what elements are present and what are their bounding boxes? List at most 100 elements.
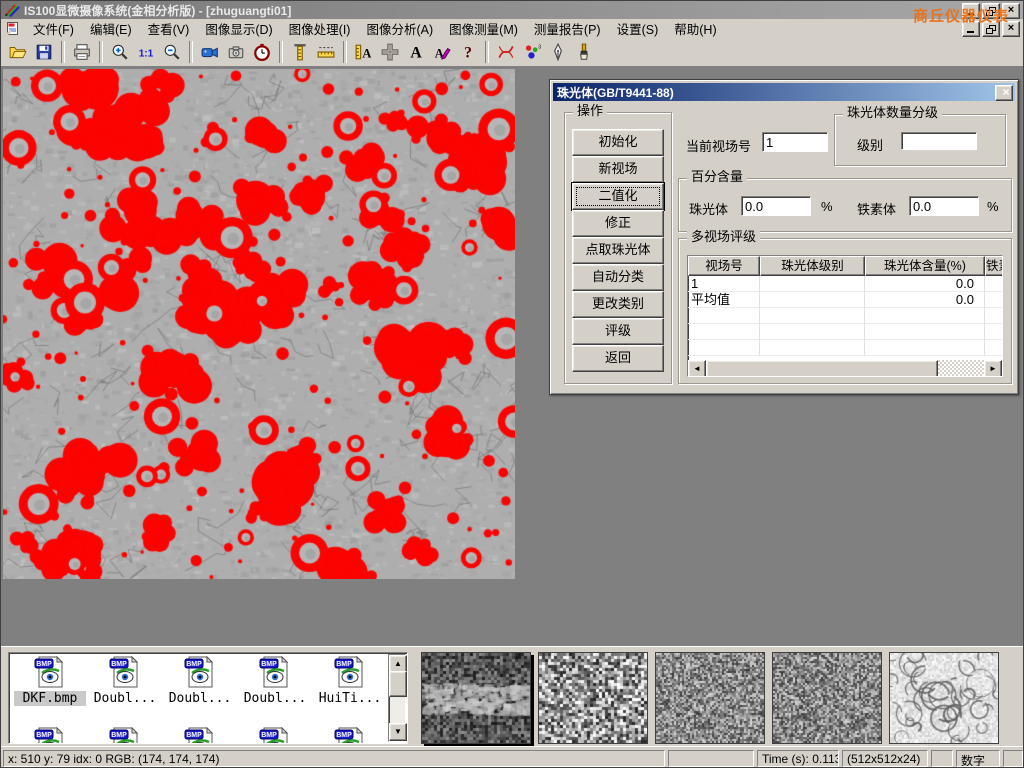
scrollbar-thumb[interactable]: [389, 671, 407, 697]
file-item-partial[interactable]: BMP: [14, 727, 86, 744]
dialog-close-button[interactable]: ×: [995, 85, 1013, 101]
toolbar-zoom-in-button[interactable]: [107, 40, 133, 64]
scrollbar-thumb[interactable]: [706, 360, 938, 377]
toolbar-ruler-button[interactable]: [313, 40, 339, 64]
toolbar-text-label-button[interactable]: A: [403, 40, 429, 64]
svg-text:BMP: BMP: [261, 661, 277, 668]
menu-view[interactable]: 查看(V): [140, 18, 198, 39]
toolbar-video-camera-button[interactable]: [197, 40, 223, 64]
correct-button[interactable]: 修正: [572, 210, 664, 237]
window-title: IS100显微摄像系统(金相分析版) - [zhuguangti01]: [24, 2, 291, 19]
file-item[interactable]: BMPDKF.bmp: [14, 656, 86, 706]
file-name[interactable]: Doubl...: [164, 691, 236, 706]
toolbar-annotate-button[interactable]: A: [429, 40, 455, 64]
status-empty-1: [668, 750, 754, 767]
toolbar-print-button[interactable]: [69, 40, 95, 64]
dialog-title: 珠光体(GB/T9441-88): [557, 84, 674, 101]
menu-image-processing[interactable]: 图像处理(I): [281, 18, 359, 39]
caliper-icon: [291, 43, 309, 61]
toolbar-timer-button[interactable]: [249, 40, 275, 64]
file-item[interactable]: BMP Doubl...: [239, 656, 311, 706]
table-row-empty[interactable]: [688, 324, 1002, 340]
table-row[interactable]: 1 0.0: [688, 276, 1002, 292]
thumbnail-3[interactable]: [655, 652, 765, 744]
scroll-left-button[interactable]: ◄: [688, 360, 706, 377]
toolbar-phase-classify-button[interactable]: 3: [519, 40, 545, 64]
toolbar-open-file-button[interactable]: [5, 40, 31, 64]
toolbar-brush-button[interactable]: [571, 40, 597, 64]
file-name[interactable]: DKF.bmp: [14, 691, 86, 706]
file-item[interactable]: BMPDoubl...: [164, 656, 236, 706]
file-item-partial[interactable]: BMP: [314, 727, 386, 744]
svg-text:BMP: BMP: [261, 732, 277, 739]
toolbar-pen-button[interactable]: [545, 40, 571, 64]
file-item[interactable]: BMPHuiTi...: [314, 656, 386, 706]
metallographic-image[interactable]: [3, 69, 515, 579]
file-name[interactable]: Doubl...: [89, 691, 161, 706]
pearlite-label: 珠光体: [689, 199, 728, 218]
file-item-partial[interactable]: BMP: [239, 727, 311, 744]
menu-edit[interactable]: 编辑(E): [82, 18, 140, 39]
svg-text:3: 3: [538, 45, 541, 51]
file-panel-scrollbar[interactable]: ▲ ▼: [388, 654, 406, 742]
toolbar-curve-tool-button[interactable]: [493, 40, 519, 64]
scroll-right-button[interactable]: ►: [984, 360, 1002, 377]
status-image-size: (512x512x24): [842, 750, 928, 767]
toolbar-caliper-button[interactable]: [287, 40, 313, 64]
header-pearlite[interactable]: 珠光体含量(%): [865, 256, 985, 276]
toolbar-help-button[interactable]: ?: [455, 40, 481, 64]
table-row-empty[interactable]: [688, 308, 1002, 324]
table-horizontal-scrollbar[interactable]: ◄ ►: [688, 360, 1002, 376]
menu-help[interactable]: 帮助(H): [666, 18, 724, 39]
toolbar-measure-text-button[interactable]: A: [351, 40, 377, 64]
brush-icon: [575, 43, 593, 61]
file-browser-panel: ▲ ▼ BMPDKF.bmpBMPBMPDoubl...BMPBMPDoubl.…: [8, 652, 408, 744]
toolbar-save-button[interactable]: [31, 40, 57, 64]
level-input[interactable]: [901, 132, 977, 150]
menu-image-display[interactable]: 图像显示(D): [197, 18, 280, 39]
menu-settings[interactable]: 设置(S): [609, 18, 667, 39]
thumbnail-4[interactable]: [772, 652, 882, 744]
scrollbar-track[interactable]: [938, 360, 984, 376]
menu-image-analysis[interactable]: 图像分析(A): [358, 18, 441, 39]
thumbnail-1[interactable]: [421, 652, 531, 744]
toolbar-separator: [279, 41, 283, 63]
pick-pearlite-button[interactable]: 点取珠光体: [572, 237, 664, 264]
toolbar-zoom-out-button[interactable]: [159, 40, 185, 64]
auto-classify-button[interactable]: 自动分类: [572, 264, 664, 291]
ferrite-percent-input[interactable]: [909, 196, 979, 216]
header-ferrite[interactable]: 铁素体含量(%): [985, 256, 1003, 276]
return-button[interactable]: 返回: [572, 345, 664, 372]
file-name[interactable]: HuiTi...: [314, 691, 386, 706]
rate-button[interactable]: 评级: [572, 318, 664, 345]
zoom-out-icon: [163, 43, 181, 61]
header-field[interactable]: 视场号: [688, 256, 760, 276]
initialize-button[interactable]: 初始化: [572, 129, 664, 156]
table-row[interactable]: 平均值 0.0: [688, 292, 1002, 308]
menu-image-measure[interactable]: 图像测量(M): [441, 18, 526, 39]
scroll-down-button[interactable]: ▼: [389, 723, 407, 741]
menu-measure-report[interactable]: 测量报告(P): [526, 18, 609, 39]
new-field-button[interactable]: 新视场: [572, 156, 664, 183]
grading-group-label: 珠光体数量分级: [843, 106, 942, 120]
change-class-button[interactable]: 更改类别: [572, 291, 664, 318]
table-row-empty[interactable]: [688, 340, 1002, 356]
toolbar-photo-camera-button[interactable]: [223, 40, 249, 64]
file-item-partial[interactable]: BMP: [89, 727, 161, 744]
current-field-input[interactable]: [762, 132, 828, 152]
dialog-title-bar[interactable]: 珠光体(GB/T9441-88) ×: [553, 83, 1015, 101]
thumbnail-2[interactable]: [538, 652, 648, 744]
file-name[interactable]: Doubl...: [239, 691, 311, 706]
toolbar-separator: [485, 41, 489, 63]
cell-field: 1: [688, 276, 760, 292]
thumbnail-5[interactable]: [889, 652, 999, 744]
binarize-button[interactable]: 二值化: [572, 183, 664, 210]
header-grade[interactable]: 珠光体级别: [760, 256, 865, 276]
grading-group: 珠光体数量分级 级别: [834, 114, 1006, 166]
toolbar-actual-size-button[interactable]: 1:1: [133, 40, 159, 64]
toolbar-grid-button[interactable]: [377, 40, 403, 64]
file-item-partial[interactable]: BMP: [164, 727, 236, 744]
pearlite-percent-input[interactable]: [741, 196, 811, 216]
file-item[interactable]: BMPDoubl...: [89, 656, 161, 706]
menu-file[interactable]: 文件(F): [25, 18, 82, 39]
